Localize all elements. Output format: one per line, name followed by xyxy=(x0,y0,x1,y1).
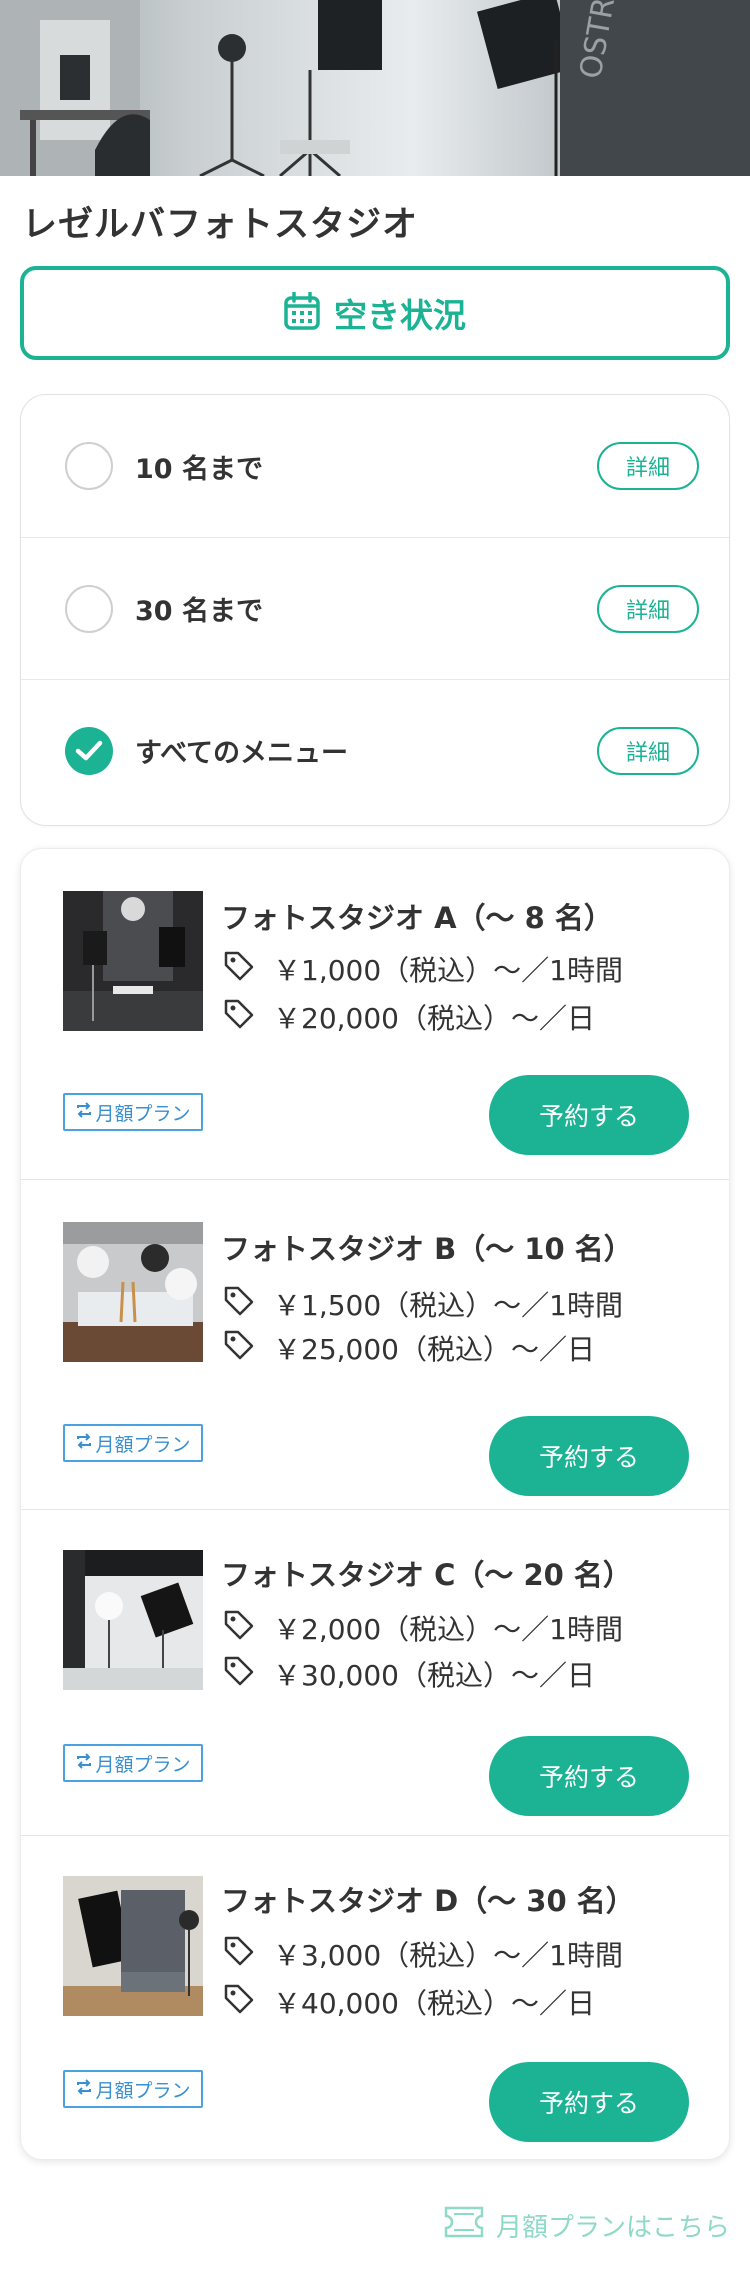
price-hour-text: ￥2,000（税込）〜／1時間 xyxy=(273,1613,623,1646)
check-icon xyxy=(75,740,103,760)
calendar-icon xyxy=(284,291,320,334)
monthly-plan-badge: 月額プラン xyxy=(63,2070,203,2108)
menu-item-name: フォトスタジオ D（〜 30 名） xyxy=(221,1884,635,1918)
repeat-icon xyxy=(75,2078,93,2101)
badge-label: 月額プラン xyxy=(95,1753,191,1776)
price-day-text: ￥30,000（税込）〜／日 xyxy=(273,1659,595,1692)
studio-c-photo xyxy=(63,1550,203,1690)
reserve-button[interactable]: 予約する xyxy=(489,1075,689,1155)
badge-label: 月額プラン xyxy=(95,2079,191,2102)
price-hour-text: ￥1,500（税込）〜／1時間 xyxy=(273,1289,623,1322)
price-hour: ￥2,000（税込）〜／1時間 xyxy=(223,1608,623,1648)
price-hour-text: ￥3,000（税込）〜／1時間 xyxy=(273,1939,623,1972)
price-tag-icon xyxy=(223,1983,255,2022)
menu-item-c: フォトスタジオ C（〜 20 名） ￥2,000（税込）〜／1時間 ￥30,00… xyxy=(21,1509,729,1835)
price-tag-icon xyxy=(223,1609,255,1648)
price-tag-icon xyxy=(223,1285,255,1324)
menu-item-name: フォトスタジオ C（〜 20 名） xyxy=(221,1558,632,1592)
filter-label: 10 名まで xyxy=(135,453,263,485)
availability-label: 空き状況 xyxy=(334,296,466,335)
price-hour: ￥1,000（税込）〜／1時間 xyxy=(223,949,623,989)
monthly-plan-badge: 月額プラン xyxy=(63,1424,203,1462)
studio-b-photo xyxy=(63,1222,203,1362)
badge-label: 月額プラン xyxy=(95,1102,191,1125)
menu-item-name: フォトスタジオ B（〜 10 名） xyxy=(221,1232,633,1266)
filter-option-30[interactable]: 30 名まで 詳細 xyxy=(21,537,729,679)
monthly-plan-badge: 月額プラン xyxy=(63,1093,203,1131)
ticket-icon xyxy=(440,2200,488,2251)
repeat-icon xyxy=(75,1752,93,1775)
studio-title: レゼルバフォトスタジオ xyxy=(22,205,419,245)
availability-button[interactable]: 空き状況 xyxy=(20,266,730,360)
filter-label: 30 名まで xyxy=(135,596,263,627)
detail-button[interactable]: 詳細 xyxy=(597,584,699,633)
price-hour-text: ￥1,000（税込）〜／1時間 xyxy=(273,954,623,987)
hero-image: OSTRICH xyxy=(0,0,750,176)
price-day: ￥25,000（税込）〜／日 xyxy=(223,1328,595,1368)
monthly-plan-link[interactable]: 月額プランはこちら xyxy=(440,2200,730,2251)
reserve-button[interactable]: 予約する xyxy=(489,1736,689,1816)
price-day: ￥40,000（税込）〜／日 xyxy=(223,1982,595,2022)
reserve-button[interactable]: 予約する xyxy=(489,1416,689,1496)
filter-label: すべてのメニュー xyxy=(135,738,349,769)
price-day: ￥30,000（税込）〜／日 xyxy=(223,1654,595,1694)
detail-button[interactable]: 詳細 xyxy=(597,726,699,775)
price-tag-icon xyxy=(223,1655,255,1694)
filter-list: 10 名まで 詳細 30 名まで 詳細 すべてのメニュー 詳細 xyxy=(20,394,730,826)
menu-item-name: フォトスタジオ A（〜 8 名） xyxy=(221,901,613,935)
menu-item-a: フォトスタジオ A（〜 8 名） ￥1,000（税込）〜／1時間 ￥20,000… xyxy=(21,849,729,1179)
price-day: ￥20,000（税込）〜／日 xyxy=(223,997,595,1037)
menu-item-b: フォトスタジオ B（〜 10 名） ￥1,500（税込）〜／1時間 ￥25,00… xyxy=(21,1179,729,1509)
detail-button[interactable]: 詳細 xyxy=(597,442,699,490)
price-day-text: ￥20,000（税込）〜／日 xyxy=(273,1002,595,1035)
price-tag-icon xyxy=(223,998,255,1037)
repeat-icon xyxy=(75,1432,93,1455)
monthly-plan-link-label[interactable]: 月額プランはこちら xyxy=(496,2207,730,2244)
price-hour: ￥1,500（税込）〜／1時間 xyxy=(223,1284,623,1324)
badge-label: 月額プラン xyxy=(95,1433,191,1456)
radio-checked[interactable] xyxy=(65,726,113,775)
price-day-text: ￥40,000（税込）〜／日 xyxy=(273,1987,595,2020)
radio-unchecked[interactable] xyxy=(65,584,113,633)
monthly-plan-badge: 月額プラン xyxy=(63,1744,203,1782)
filter-option-10[interactable]: 10 名まで 詳細 xyxy=(21,395,729,537)
repeat-icon xyxy=(75,1101,93,1124)
price-day-text: ￥25,000（税込）〜／日 xyxy=(273,1333,595,1366)
filter-option-all[interactable]: すべてのメニュー 詳細 xyxy=(21,679,729,821)
menu-item-d: フォトスタジオ D（〜 30 名） ￥3,000（税込）〜／1時間 ￥40,00… xyxy=(21,1835,729,2159)
studio-a-photo xyxy=(63,891,203,1031)
menu-list: フォトスタジオ A（〜 8 名） ￥1,000（税込）〜／1時間 ￥20,000… xyxy=(20,848,730,2160)
radio-unchecked[interactable] xyxy=(65,442,113,490)
price-tag-icon xyxy=(223,1935,255,1974)
price-hour: ￥3,000（税込）〜／1時間 xyxy=(223,1934,623,1974)
price-tag-icon xyxy=(223,1329,255,1368)
price-tag-icon xyxy=(223,950,255,989)
studio-d-photo xyxy=(63,1876,203,2016)
reserve-button[interactable]: 予約する xyxy=(489,2062,689,2142)
